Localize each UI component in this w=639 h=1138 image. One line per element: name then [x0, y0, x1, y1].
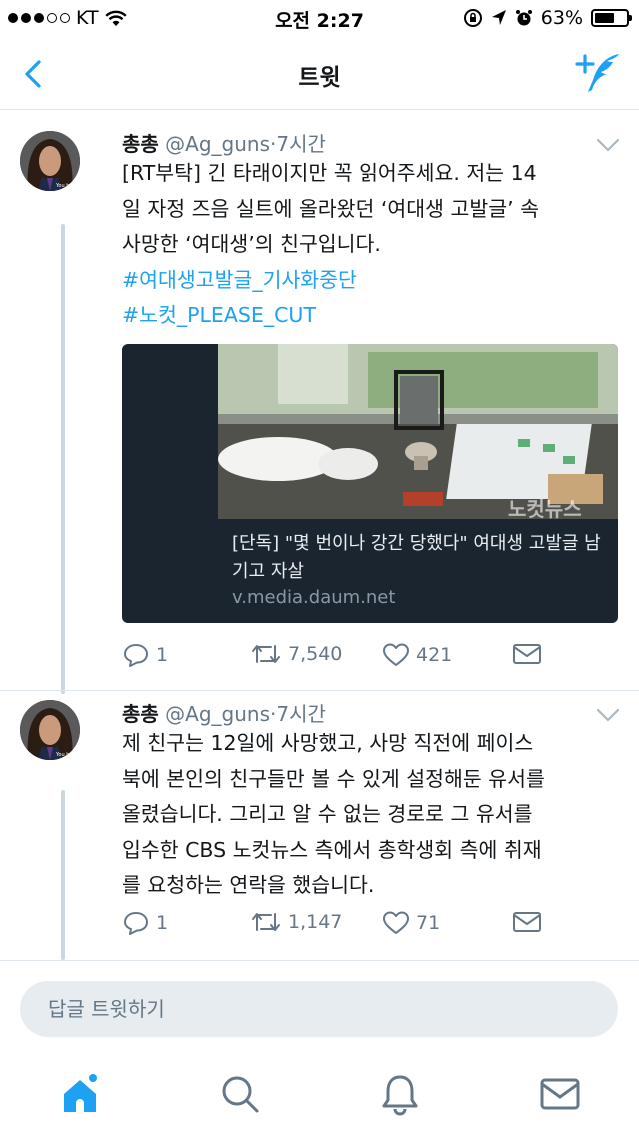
tweet-actions: 1 1,147 71	[122, 910, 622, 940]
hashtag-link[interactable]: #여대생고발글_기사화중단	[122, 263, 622, 299]
location-icon	[491, 10, 506, 25]
author-handle[interactable]: @Ag_guns	[165, 132, 270, 156]
author-name[interactable]: 총총	[122, 132, 159, 156]
reply-count: 1	[156, 644, 169, 666]
svg-text:You bastard.: You bastard.	[55, 752, 80, 758]
reply-icon	[124, 912, 148, 935]
card-image: 노컷뉴스	[218, 344, 618, 519]
card-title[interactable]: [단독] "몇 번이나 강간 당했다" 여대생 고발글 남기고 자살	[232, 530, 608, 586]
rotation-lock-icon	[463, 9, 482, 27]
avatar[interactable]: You bastard.	[20, 131, 80, 191]
tweet-header: 총총 @Ag_guns·7시간	[122, 698, 326, 727]
envelope-icon	[513, 912, 541, 932]
tweet-text-line: 올렸습니다. 그리고 알 수 없는 경로로 그 유서를	[122, 802, 533, 826]
envelope-icon	[513, 644, 541, 664]
direct-message-button[interactable]	[512, 642, 542, 666]
alarm-icon	[515, 10, 532, 26]
retweet-button[interactable]: 7,540	[250, 642, 342, 666]
avatar[interactable]: You bastard.	[20, 700, 80, 760]
tweet-text-line: 사망한 ‘여대생’의 친구입니다.	[122, 232, 381, 256]
nav-bar: 트윗	[0, 36, 639, 110]
tweet-time: 7시간	[276, 132, 326, 156]
card-url[interactable]: v.media.daum.net	[232, 587, 395, 608]
tweet-text-line: 북에 본인의 친구들만 볼 수 있게 설정해둔 유서를	[122, 766, 545, 791]
hashtag-link[interactable]: #노컷_PLEASE_CUT	[122, 298, 622, 334]
reply-count: 1	[156, 912, 169, 934]
link-card[interactable]: 노컷뉴스 [단독] "몇 번이나 강간 당했다" 여대생 고발글 남기고 자살 …	[122, 344, 618, 623]
avatar-image: You bastard.	[20, 700, 80, 760]
avatar-image: You bastard.	[20, 131, 80, 191]
status-bar: KT 오전 2:27 63%	[0, 0, 639, 36]
retweet-count: 7,540	[288, 643, 343, 665]
retweet-icon	[252, 913, 280, 931]
chevron-down-icon[interactable]	[595, 706, 621, 724]
image-watermark: 노컷뉴스	[508, 497, 582, 519]
retweet-button[interactable]: 1,147	[250, 910, 342, 934]
like-button[interactable]: 421	[382, 642, 452, 668]
tweet[interactable]: You bastard. 총총 @Ag_guns·7시간 [RT부탁] 긴 타래…	[0, 110, 639, 694]
reply-button[interactable]: 1	[122, 642, 168, 668]
tweet-text-line: 일 자정 즈음 실트에 올라왔던 ‘여대생 고발글’ 속	[122, 196, 539, 221]
retweet-count: 1,147	[288, 911, 343, 933]
thread-line	[61, 790, 65, 960]
chevron-down-icon[interactable]	[595, 136, 621, 154]
thread-line	[61, 224, 65, 694]
tweet-text-line: 입수한 CBS 노컷뉴스 측에서 총학생회 측에 취재	[122, 837, 542, 862]
reply-icon	[124, 644, 148, 667]
divider	[0, 690, 639, 691]
tweet-text: 제 친구는 12일에 사망했고, 사망 직전에 페이스 북에 본인의 친구들만 …	[122, 726, 622, 904]
tweet-text-line: 를 요청하는 연락을 했습니다.	[122, 873, 375, 897]
svg-text:You bastard.: You bastard.	[55, 183, 80, 189]
tweet[interactable]: You bastard. 총총 @Ag_guns·7시간 제 친구는 12일에 …	[0, 690, 639, 960]
like-count: 71	[416, 912, 441, 934]
battery-percent: 63%	[540, 7, 583, 29]
battery-level	[595, 13, 614, 23]
heart-icon	[383, 643, 409, 666]
direct-message-button[interactable]	[512, 910, 542, 934]
reply-bar	[0, 960, 639, 1052]
messages-icon[interactable]	[538, 1072, 582, 1116]
heart-icon	[383, 911, 409, 934]
author-handle[interactable]: @Ag_guns	[165, 702, 270, 726]
tweet-actions: 1 7,540 421	[122, 642, 622, 672]
battery-icon	[591, 9, 632, 27]
reply-input[interactable]	[20, 981, 618, 1037]
retweet-icon	[252, 645, 280, 663]
tweet-time: 7시간	[276, 702, 326, 726]
notifications-icon[interactable]	[378, 1072, 422, 1116]
author-name[interactable]: 총총	[122, 702, 159, 726]
reply-button[interactable]: 1	[122, 910, 168, 936]
tab-bar	[0, 1052, 639, 1138]
tweet-text: [RT부탁] 긴 타래이지만 꼭 읽어주세요. 저는 14 일 자정 즈음 실트…	[122, 156, 622, 334]
tweet-header: 총총 @Ag_guns·7시간	[122, 128, 326, 157]
home-icon[interactable]	[58, 1072, 102, 1116]
tweet-text-line: [RT부탁] 긴 타래이지만 꼭 읽어주세요. 저는 14	[122, 161, 537, 185]
like-button[interactable]: 71	[382, 910, 440, 936]
like-count: 421	[416, 644, 453, 666]
search-icon[interactable]	[218, 1072, 262, 1116]
tweet-text-line: 제 친구는 12일에 사망했고, 사망 직전에 페이스	[122, 731, 534, 755]
compose-tweet-icon[interactable]	[573, 50, 623, 96]
page-title: 트윗	[298, 65, 341, 91]
